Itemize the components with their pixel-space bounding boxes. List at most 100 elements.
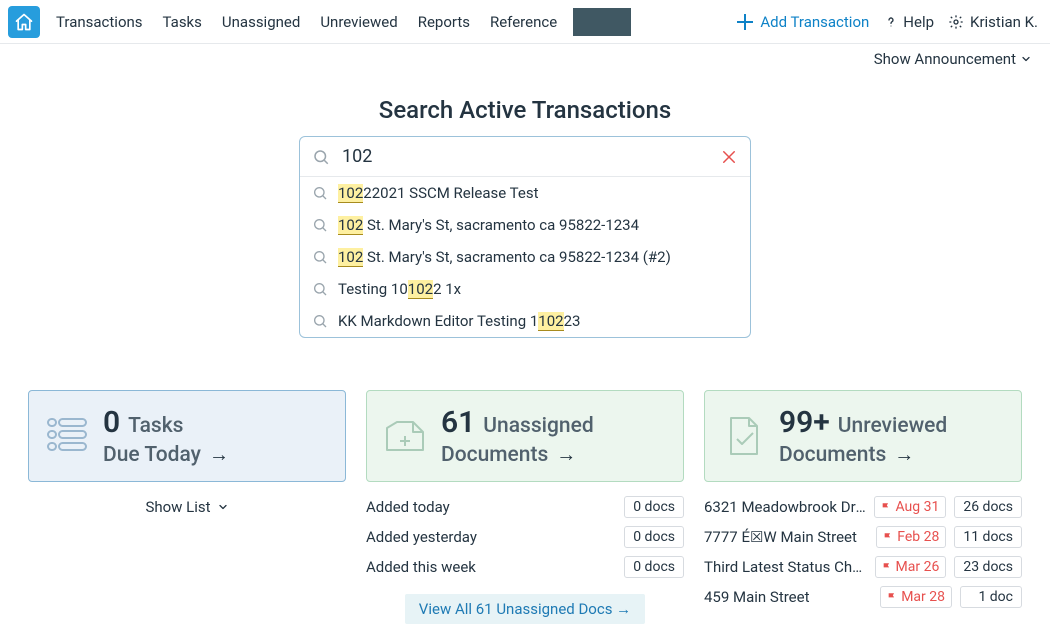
list-item[interactable]: 7777 É☒W Main Street Feb 28 11 docs — [704, 526, 1022, 548]
suggestion-text: 102 St. Mary's St, sacramento ca 95822-1… — [338, 248, 671, 266]
search-suggestion[interactable]: 102 St. Mary's St, sacramento ca 95822-1… — [300, 241, 750, 273]
date-badge: Mar 28 — [880, 586, 952, 608]
unassigned-label2: Documents — [441, 443, 548, 467]
list-item[interactable]: 6321 Meadowbrook Driv… Aug 31 26 docs — [704, 496, 1022, 518]
unassigned-column: 61 Unassigned Documents → Added today 0 d… — [366, 390, 684, 624]
tasks-column: 0 Tasks Due Today → Show List — [28, 390, 346, 516]
list-item[interactable]: Added today 0 docs — [366, 496, 684, 518]
search-suggestions: 10222021 SSCM Release Test 102 St. Mary's… — [300, 177, 750, 337]
top-nav: Transactions Tasks Unassigned Unreviewed… — [0, 0, 1050, 44]
search-icon — [312, 281, 328, 297]
list-item[interactable]: Third Latest Status Cha… Mar 26 23 docs — [704, 556, 1022, 578]
search-clear-button[interactable] — [720, 148, 738, 166]
arrow-icon: → — [894, 442, 914, 467]
suggestion-text: Testing 101022 1x — [338, 280, 461, 298]
date-badge: Mar 26 — [875, 556, 947, 578]
tasks-label1: Tasks — [128, 414, 183, 438]
folder-plus-icon — [383, 414, 427, 458]
add-transaction-button[interactable]: Add Transaction — [736, 13, 869, 31]
doc-count-badge: 0 docs — [624, 556, 684, 578]
nav-unreviewed[interactable]: Unreviewed — [310, 5, 407, 39]
list-item-label: Added today — [366, 498, 616, 516]
tile-tasks[interactable]: 0 Tasks Due Today → — [28, 390, 346, 482]
show-list-label: Show List — [145, 498, 210, 516]
view-all-unassigned-button[interactable]: View All 61 Unassigned Docs → — [405, 594, 645, 624]
unreviewed-column: 99+ Unreviewed Documents → 6321 Meadowbr… — [704, 390, 1022, 608]
date-badge: Feb 28 — [876, 526, 946, 548]
add-transaction-label: Add Transaction — [760, 13, 869, 31]
arrow-icon: → — [556, 442, 576, 467]
unreviewed-list: 6321 Meadowbrook Driv… Aug 31 26 docs 7777 … — [704, 496, 1022, 608]
list-item-label: Third Latest Status Cha… — [704, 558, 867, 576]
doc-count-badge: 0 docs — [624, 526, 684, 548]
nav-right-group: Add Transaction Help Kristian K. — [736, 13, 1044, 31]
unassigned-list: Added today0 docsAdded yesterday0 docsAd… — [366, 496, 684, 578]
plus-icon — [736, 13, 754, 31]
tile-unassigned[interactable]: 61 Unassigned Documents → — [366, 390, 684, 482]
arrow-icon: → — [209, 442, 229, 467]
home-button[interactable] — [8, 6, 40, 38]
nav-unassigned[interactable]: Unassigned — [212, 5, 310, 39]
list-item-label: Added this week — [366, 558, 616, 576]
flag-icon — [887, 592, 897, 602]
search-suggestion[interactable]: Testing 101022 1x — [300, 273, 750, 305]
help-button[interactable]: Help — [883, 13, 934, 31]
home-icon — [14, 12, 34, 32]
user-label: Kristian K. — [970, 13, 1038, 31]
search-icon — [312, 313, 328, 329]
help-label: Help — [903, 13, 934, 31]
search-icon — [312, 148, 330, 166]
list-item-label: 6321 Meadowbrook Driv… — [704, 498, 866, 516]
unreviewed-count: 99+ — [779, 405, 830, 440]
tile-unreviewed[interactable]: 99+ Unreviewed Documents → — [704, 390, 1022, 482]
tasks-label2: Due Today — [103, 443, 201, 467]
unreviewed-label2: Documents — [779, 443, 886, 467]
nav-reference[interactable]: Reference — [480, 5, 567, 39]
doc-count-badge: 0 docs — [624, 496, 684, 518]
nav-transactions[interactable]: Transactions — [46, 5, 153, 39]
list-item-label: 7777 É☒W Main Street — [704, 528, 868, 546]
search-suggestion[interactable]: KK Markdown Editor Testing 110223 — [300, 305, 750, 337]
show-announcement-toggle[interactable]: Show Announcement — [0, 44, 1050, 70]
show-list-toggle[interactable]: Show List — [28, 498, 346, 516]
doc-count-badge: 26 docs — [954, 496, 1022, 518]
search-suggestion[interactable]: 102 St. Mary's St, sacramento ca 95822-1… — [300, 209, 750, 241]
search-title: Search Active Transactions — [299, 96, 751, 124]
list-item-label: Added yesterday — [366, 528, 616, 546]
search-icon — [312, 249, 328, 265]
nav-left-group: Transactions Tasks Unassigned Unreviewed… — [46, 5, 631, 39]
unreviewed-label1: Unreviewed — [838, 414, 947, 438]
flag-icon — [883, 532, 893, 542]
dashboard-tiles: 0 Tasks Due Today → Show List — [28, 390, 1022, 624]
gear-icon — [948, 14, 964, 30]
doc-count-badge: 1 doc — [960, 586, 1022, 608]
search-input[interactable] — [340, 145, 710, 168]
unassigned-count: 61 — [441, 405, 475, 440]
list-item[interactable]: Added yesterday 0 docs — [366, 526, 684, 548]
user-menu[interactable]: Kristian K. — [948, 13, 1038, 31]
search-section: Search Active Transactions 10222021 SSCM… — [299, 96, 751, 338]
search-box: 10222021 SSCM Release Test 102 St. Mary's… — [299, 136, 751, 338]
list-item[interactable]: Added this week 0 docs — [366, 556, 684, 578]
list-item[interactable]: 459 Main Street Mar 28 1 doc — [704, 586, 1022, 608]
suggestion-text: 102 St. Mary's St, sacramento ca 95822-1… — [338, 216, 639, 234]
nav-reports[interactable]: Reports — [408, 5, 480, 39]
unassigned-label1: Unassigned — [483, 414, 593, 438]
help-icon — [883, 14, 899, 30]
flag-icon — [882, 562, 892, 572]
search-icon — [312, 185, 328, 201]
close-icon — [720, 148, 738, 166]
announce-label: Show Announcement — [874, 50, 1016, 68]
search-suggestion[interactable]: 10222021 SSCM Release Test — [300, 177, 750, 209]
doc-count-badge: 23 docs — [954, 556, 1022, 578]
nav-blank-button[interactable] — [573, 8, 631, 36]
chevron-down-icon — [217, 501, 229, 513]
flag-icon — [881, 502, 891, 512]
search-icon — [312, 217, 328, 233]
doc-count-badge: 11 docs — [954, 526, 1022, 548]
suggestion-text: 10222021 SSCM Release Test — [338, 184, 538, 202]
search-input-row — [300, 137, 750, 177]
nav-tasks[interactable]: Tasks — [153, 5, 212, 39]
list-item-label: 459 Main Street — [704, 588, 872, 606]
date-badge: Aug 31 — [874, 496, 946, 518]
